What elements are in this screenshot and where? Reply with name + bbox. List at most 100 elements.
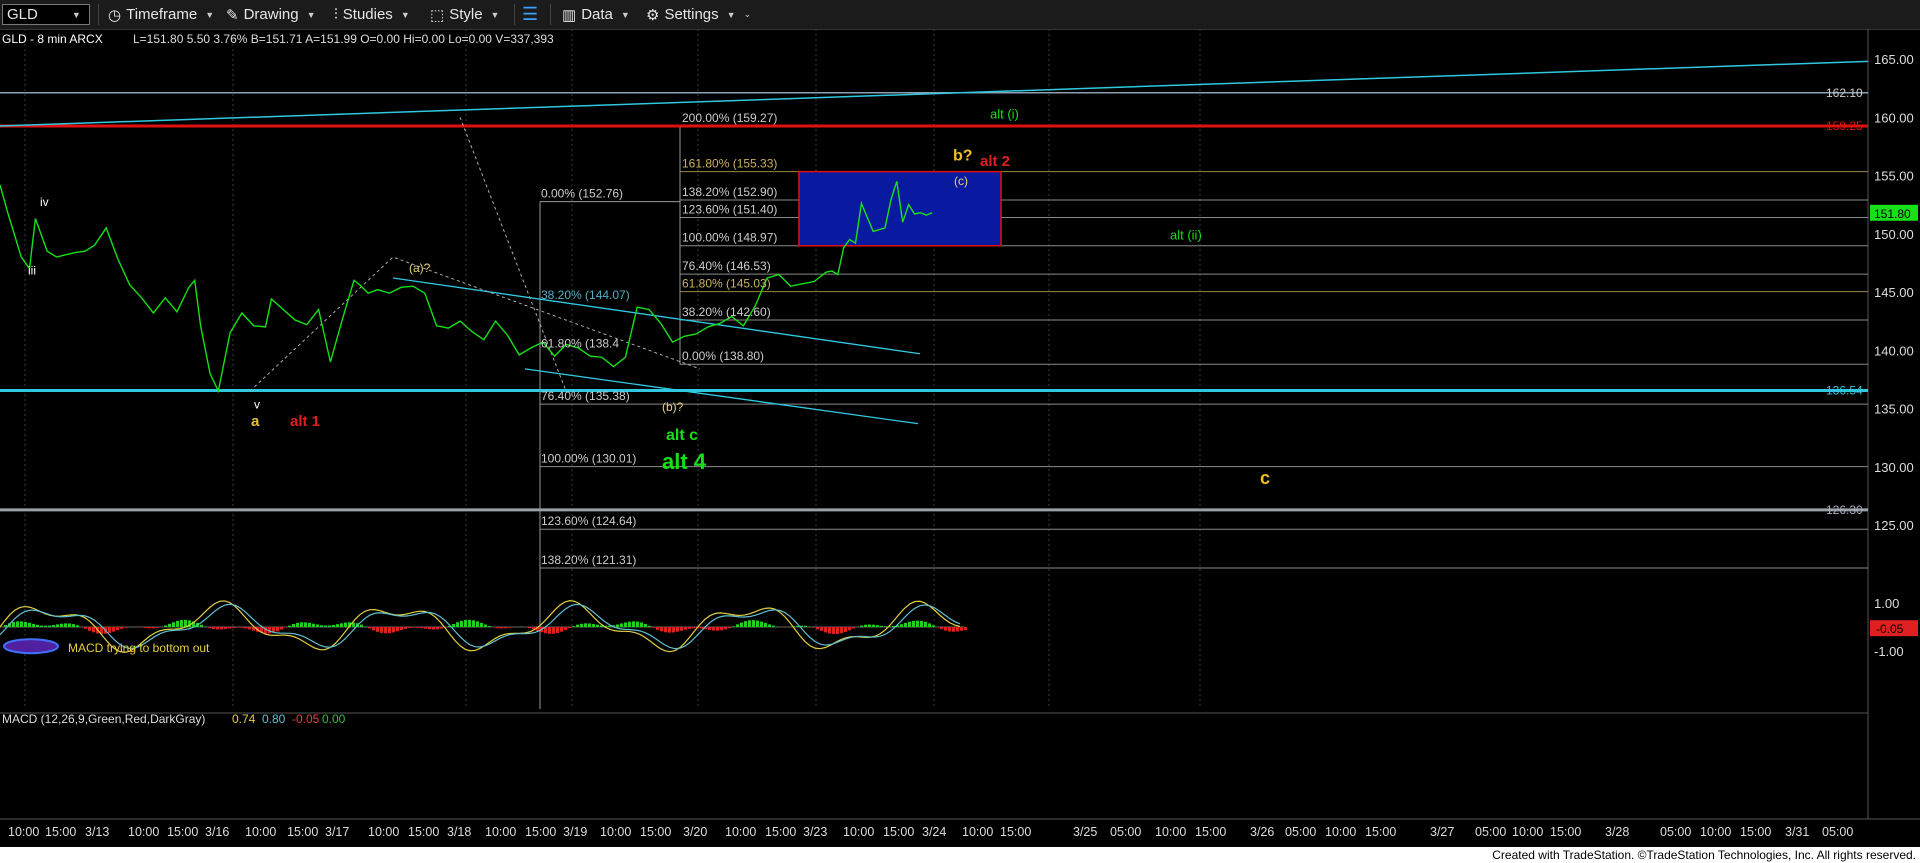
macd-hist-bar [812,627,815,628]
macd-hist-bar [244,627,247,629]
fib-label: 100.00% (130.01) [541,452,636,466]
macd-hist-bar [720,627,723,631]
macd-hist-bar [424,627,427,629]
macd-hist-bar [68,623,71,627]
timeframe-menu[interactable]: ◷ Timeframe ▼ [108,4,214,25]
time-tick-label: 15:00 [1740,825,1771,839]
price-tick-label: 135.00 [1874,402,1914,417]
gear-icon: ⚙ [646,6,660,24]
macd-hist-bar [344,622,347,627]
macd-hist-bar [484,624,487,627]
macd-hist-bar [684,627,687,630]
level-label: 136.54 [1826,384,1863,398]
fib-label: 161.80% (155.33) [682,157,777,171]
macd-hist-bar [652,627,655,628]
chart-layout-icon[interactable]: ☰ [522,4,538,25]
macd-hist-bar [560,627,563,632]
style-menu[interactable]: ⬚ Style ▼ [430,4,499,25]
macd-tick-label: -1.00 [1874,644,1904,659]
macd-hist-bar [740,622,743,627]
macd-hist-bar [644,623,647,627]
macd-hist-bar [592,623,595,627]
price-chart[interactable]: MACD (12,26,9,Green,Red,DarkGray) 0.74 0.8… [0,29,1920,847]
macd-hist-bar [752,620,755,627]
macd-hist-bar [332,624,335,627]
macd-hist-bar [116,627,119,631]
macd-hist-bar [744,621,747,627]
wave-label: b? [953,147,973,164]
macd-hist-bar [948,627,951,632]
studies-menu[interactable]: ⫶ Studies ▼ [334,4,410,25]
macd-hist-bar [548,627,551,634]
macd-hist-bar [660,627,663,632]
toolbar-separator [550,4,551,25]
macd-hist-bar [760,621,763,627]
time-tick-label: 10:00 [962,825,993,839]
macd-hist-bar [76,625,79,627]
time-tick-label: 3/24 [922,825,946,839]
macd-hist-bar [772,625,775,627]
price-tick-label: 145.00 [1874,285,1914,300]
fib-label: 200.00% (159.27) [682,111,777,125]
time-tick-label: 15:00 [765,825,796,839]
macd-hist-bar [820,627,823,631]
symbol-selector[interactable]: GLD ▼ [2,4,90,25]
macd-hist-bar [924,621,927,627]
macd-hist-bar [664,627,667,633]
settings-label: Settings [664,6,719,23]
time-tick-label: 3/23 [803,825,827,839]
bar-chart-icon: ▥ [562,6,577,24]
macd-hist-bar [168,623,171,627]
macd-pane: MACD (12,26,9,Green,Red,DarkGray) 0.74 0.8… [0,596,1918,726]
macd-hist-bar [232,627,235,628]
macd-hist-bar [804,625,807,627]
macd-hist-bar [488,626,491,627]
drawing-menu[interactable]: ✎ Drawing ▼ [226,4,316,25]
macd-hist-bar [508,627,511,628]
macd-hist-bar [284,627,287,628]
macd-hist-bar [44,625,47,627]
macd-hist-bar [884,626,887,627]
data-menu[interactable]: ▥ Data ▼ [562,4,630,25]
time-tick-label: 10:00 [245,825,276,839]
toolbar: GLD ▼ ◷ Timeframe ▼ ✎ Drawing ▼ ⫶ Studie… [0,0,1920,30]
macd-hist-bar [632,621,635,627]
price-tick-label: 140.00 [1874,343,1914,358]
macd-hist-bar [360,624,363,627]
macd-value: 0.00 [322,712,346,726]
chevron-down-icon: ▼ [490,9,500,20]
time-tick-label: 15:00 [525,825,556,839]
time-tick-label: 05:00 [1110,825,1141,839]
studies-icon: ⫶ [334,6,338,23]
settings-menu[interactable]: ⚙ Settings ▼ ⌄ [646,4,751,25]
macd-hist-bar [416,627,419,628]
macd-hist-bar [768,624,771,627]
macd-hist-bar [456,622,459,627]
macd-hist-bar [496,627,499,629]
wave-label: alt 4 [662,449,707,474]
macd-hist-bar [460,620,463,627]
fib-label: 123.60% (124.64) [541,514,636,528]
chart-labels: 200.00% (159.27) 161.80% (155.33) 138.20% … [2,32,1270,567]
macd-hist-bar [556,627,559,634]
macd-value: 0.80 [262,712,286,726]
time-tick-label: 15:00 [640,825,671,839]
macd-hist-bar [828,627,831,634]
macd-hist-bar [120,627,123,629]
macd-hist-bar [380,627,383,633]
macd-hist-bar [164,625,167,627]
macd-hist-bar [84,627,87,629]
macd-tick-label: 1.00 [1874,596,1899,611]
macd-hist-bar [368,627,371,629]
macd-hist-bar [312,623,315,627]
macd-hist-bar [176,620,179,627]
macd-hist-bar [392,627,395,633]
macd-hist-bar [596,624,599,627]
wave-label: alt 2 [980,153,1010,170]
time-tick-label: 3/17 [325,825,349,839]
macd-hist-bar [388,627,391,634]
macd-hist-bar [220,627,223,630]
time-tick-label: 10:00 [1512,825,1543,839]
macd-highlight-ellipse [3,638,59,655]
macd-hist-bar [408,627,411,629]
